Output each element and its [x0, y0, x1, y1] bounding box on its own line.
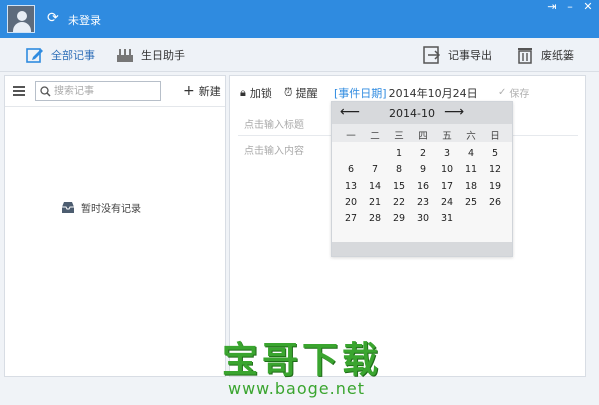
export-icon: [423, 46, 441, 64]
calendar-day[interactable]: 29: [387, 213, 411, 224]
weekday-row: 一二三四五六日: [332, 124, 512, 142]
calendar-day[interactable]: 18: [459, 181, 483, 192]
calendar-day[interactable]: 15: [387, 181, 411, 192]
inbox-icon: [62, 202, 74, 213]
watermark-url: www.baoge.net: [228, 379, 365, 398]
new-note-label: 新建: [198, 85, 221, 98]
divider: [5, 106, 225, 107]
calendar-day[interactable]: 1: [387, 148, 411, 159]
event-date-selector[interactable]: [事件日期] 2014年10月24日: [334, 85, 478, 101]
calendar-day[interactable]: 2: [411, 148, 435, 159]
calendar-day[interactable]: 26: [483, 197, 507, 208]
encrypt-button[interactable]: 🔒︎ 加锁: [240, 85, 272, 101]
lock-icon: 🔒︎: [240, 86, 246, 99]
calendar-day[interactable]: 28: [363, 213, 387, 224]
calendar-day[interactable]: 16: [411, 181, 435, 192]
birthday-helper-button[interactable]: 生日助手: [116, 44, 185, 66]
notes-list-panel: + 新建 暂时没有记录: [4, 75, 226, 377]
trash-label: 废纸篓: [541, 49, 574, 62]
calendar-day[interactable]: 17: [435, 181, 459, 192]
minimize-button[interactable]: –: [561, 0, 579, 16]
weekday-label: 日: [490, 131, 500, 142]
calendar-day[interactable]: 7: [363, 164, 387, 175]
calendar-day[interactable]: 14: [363, 181, 387, 192]
event-date-tag: [事件日期]: [334, 87, 387, 100]
calendar-day[interactable]: 5: [483, 148, 507, 159]
plus-icon: +: [183, 83, 195, 99]
calendar-day[interactable]: 24: [435, 197, 459, 208]
alarm-icon: ⏰︎: [284, 86, 293, 99]
calendar-day[interactable]: 20: [339, 197, 363, 208]
birthday-helper-label: 生日助手: [141, 49, 185, 62]
calendar-day[interactable]: 21: [363, 197, 387, 208]
calendar-day[interactable]: 3: [435, 148, 459, 159]
calendar-day[interactable]: 9: [411, 164, 435, 175]
calendar-day[interactable]: 10: [435, 164, 459, 175]
calendar-day[interactable]: 4: [459, 148, 483, 159]
empty-state: 暂时没有记录: [61, 200, 141, 215]
menu-icon[interactable]: [13, 86, 25, 96]
calendar-day[interactable]: 27: [339, 213, 363, 224]
calendar-day[interactable]: 13: [339, 181, 363, 192]
weekday-label: 五: [442, 131, 452, 142]
login-status[interactable]: 未登录: [68, 12, 101, 28]
calendar-day[interactable]: 6: [339, 164, 363, 175]
event-date-value: 2014年10月24日: [388, 87, 478, 100]
calendar-day[interactable]: 11: [459, 164, 483, 175]
calendar-day[interactable]: 31: [435, 213, 459, 224]
calendar-day[interactable]: 23: [411, 197, 435, 208]
export-notes-label: 记事导出: [448, 49, 492, 62]
calendar-day[interactable]: 25: [459, 197, 483, 208]
weekday-label: 四: [418, 131, 428, 142]
search-box[interactable]: [35, 81, 161, 101]
trash-button[interactable]: 废纸篓: [516, 44, 574, 66]
toolbar: 全部记事 生日助手 记事导出 废纸篓: [0, 38, 599, 72]
calendar-day[interactable]: 19: [483, 181, 507, 192]
empty-message: 暂时没有记录: [81, 204, 141, 215]
save-button[interactable]: ✓ 保存: [498, 85, 529, 100]
calendar-day[interactable]: 12: [483, 164, 507, 175]
calendar-header: ⟵ 2014-10 ⟶: [332, 102, 512, 124]
new-note-button[interactable]: + 新建: [183, 83, 221, 99]
search-icon: [40, 86, 51, 97]
date-picker-popup: ⟵ 2014-10 ⟶ 一二三四五六日 1 2 3 4 5 6 7 8 9 10 11 12 13 14 1…: [331, 101, 513, 257]
weekday-label: 一: [346, 131, 356, 142]
calendar-day[interactable]: 22: [387, 197, 411, 208]
exit-icon[interactable]: ⇥: [543, 0, 561, 16]
weekday-label: 二: [370, 131, 380, 142]
prev-month-button[interactable]: ⟵: [340, 104, 360, 120]
trash-icon: [518, 48, 532, 64]
all-notes-label: 全部记事: [51, 49, 95, 62]
watermark-logo: 宝哥下载: [222, 339, 383, 381]
export-notes-button[interactable]: 记事导出: [423, 44, 492, 66]
save-label: 保存: [509, 89, 530, 100]
edit-icon: [26, 48, 43, 63]
all-notes-button[interactable]: 全部记事: [26, 44, 95, 66]
avatar[interactable]: [7, 5, 35, 33]
calendar-day[interactable]: 8: [387, 164, 411, 175]
title-bar: ⟳ 未登录 ⇥ – ✕: [0, 0, 599, 38]
next-month-button[interactable]: ⟶: [444, 104, 464, 120]
remind-button[interactable]: ⏰︎ 提醒: [284, 85, 318, 101]
calendar-month: 2014-10: [389, 107, 435, 120]
search-input[interactable]: [54, 84, 158, 99]
weekday-label: 六: [466, 131, 476, 142]
sync-icon[interactable]: ⟳: [47, 11, 61, 25]
calendar-day[interactable]: 30: [411, 213, 435, 224]
close-button[interactable]: ✕: [579, 0, 597, 16]
cake-icon: [117, 49, 133, 62]
calendar-footer: [332, 242, 512, 256]
encrypt-label: 加锁: [249, 87, 272, 100]
weekday-label: 三: [394, 131, 404, 142]
remind-label: 提醒: [295, 87, 318, 100]
check-icon: ✓: [498, 87, 507, 98]
